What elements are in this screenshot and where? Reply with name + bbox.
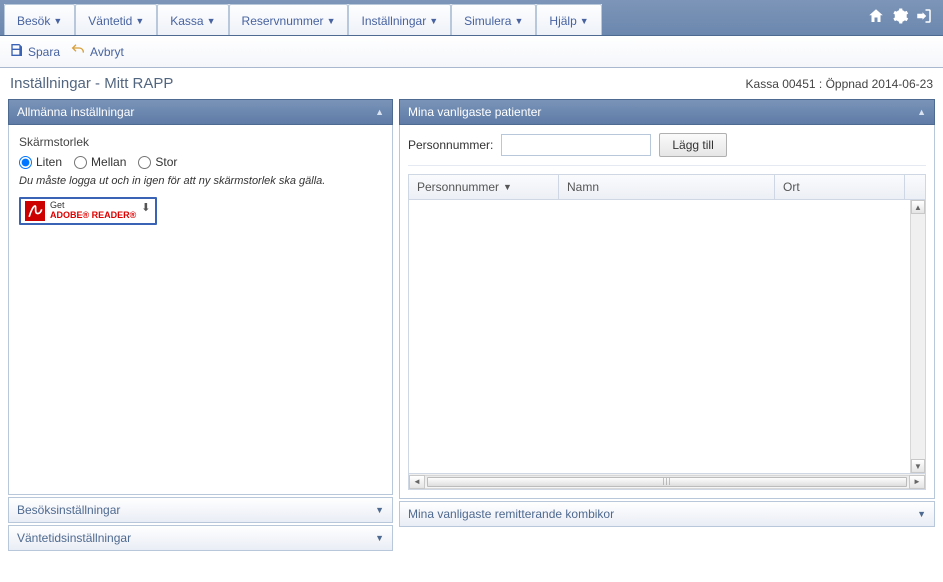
main-menu: Besök▼ Väntetid▼ Kassa▼ Reservnummer▼ In…: [4, 4, 602, 35]
col-ort[interactable]: Ort: [775, 175, 905, 199]
cancel-button[interactable]: Avbryt: [70, 42, 124, 61]
menu-label: Besök: [17, 14, 50, 28]
collapse-up-icon: ▲: [917, 107, 926, 117]
col-personnummer[interactable]: Personnummer ▼: [409, 175, 559, 199]
settings-layout: Allmänna inställningar ▲ Skärmstorlek Li…: [0, 99, 943, 559]
personnummer-label: Personnummer:: [408, 138, 493, 152]
horizontal-scrollbar[interactable]: ◄ ►: [408, 474, 926, 490]
page-title: Inställningar - Mitt RAPP: [10, 75, 173, 92]
cancel-label: Avbryt: [90, 45, 124, 59]
save-label: Spara: [28, 45, 60, 59]
scroll-track[interactable]: [425, 475, 909, 489]
patients-header[interactable]: Mina vanligaste patienter ▲: [399, 99, 935, 125]
logout-icon[interactable]: [915, 7, 933, 28]
page-header: Inställningar - Mitt RAPP Kassa 00451 : …: [0, 68, 943, 99]
col-namn[interactable]: Namn: [559, 175, 775, 199]
home-icon[interactable]: [867, 7, 885, 28]
general-settings-header[interactable]: Allmänna inställningar ▲: [8, 99, 393, 125]
menu-label: Väntetid: [88, 14, 132, 28]
panel-title: Väntetidsinställningar: [17, 531, 131, 545]
chevron-down-icon: ▼: [514, 16, 523, 26]
screensize-label: Skärmstorlek: [19, 135, 382, 149]
chevron-down-icon: ▼: [53, 16, 62, 26]
menu-hjalp[interactable]: Hjälp ▼: [536, 4, 601, 35]
expand-down-icon: ▼: [375, 505, 384, 515]
wait-settings-header[interactable]: Väntetidsinställningar ▼: [8, 525, 393, 551]
adobe-text: Get ADOBE® READER®: [50, 201, 136, 221]
panel-title: Allmänna inställningar: [17, 105, 134, 119]
scroll-thumb[interactable]: [427, 477, 907, 487]
expand-down-icon: ▼: [375, 533, 384, 543]
save-button[interactable]: Spara: [8, 42, 60, 61]
referrers-header[interactable]: Mina vanligaste remitterande kombikor ▼: [399, 501, 935, 527]
sort-desc-icon: ▼: [503, 182, 512, 192]
panel-title: Mina vanligaste patienter: [408, 105, 541, 119]
chevron-down-icon: ▼: [207, 16, 216, 26]
chevron-down-icon: ▼: [327, 16, 336, 26]
menu-simulera[interactable]: Simulera▼: [451, 4, 536, 35]
get-adobe-reader-button[interactable]: Get ADOBE® READER® ⬇: [19, 197, 157, 225]
gear-icon[interactable]: [891, 7, 909, 28]
menu-label: Simulera: [464, 14, 511, 28]
action-toolbar: Spara Avbryt: [0, 36, 943, 68]
radio-medium-input[interactable]: [74, 156, 87, 169]
patients-table-body: ▲ ▼: [408, 200, 926, 474]
menu-kassa[interactable]: Kassa ▼: [157, 4, 228, 35]
general-settings-body: Skärmstorlek Liten Mellan Stor Du måste …: [8, 125, 393, 495]
chevron-down-icon: ▼: [135, 16, 144, 26]
kassa-status: Kassa 00451 : Öppnad 2014-06-23: [746, 77, 933, 91]
top-menu-bar: Besök▼ Väntetid▼ Kassa▼ Reservnummer▼ In…: [0, 0, 943, 36]
screensize-radios: Liten Mellan Stor: [19, 155, 382, 169]
add-patient-row: Personnummer: Lägg till: [408, 133, 926, 166]
menu-label: Kassa: [170, 14, 203, 28]
screensize-hint: Du måste logga ut och in igen för att ny…: [19, 175, 382, 187]
scroll-up-icon[interactable]: ▲: [911, 200, 925, 214]
topbar-actions: [867, 0, 943, 35]
chevron-down-icon: ▼: [429, 16, 438, 26]
chevron-down-icon: ▼: [580, 16, 589, 26]
radio-small-input[interactable]: [19, 156, 32, 169]
expand-down-icon: ▼: [917, 509, 926, 519]
menu-installningar[interactable]: Inställningar▼: [348, 4, 451, 35]
menu-label: Hjälp: [549, 14, 576, 28]
scroll-right-icon[interactable]: ►: [909, 475, 925, 489]
left-column: Allmänna inställningar ▲ Skärmstorlek Li…: [8, 99, 393, 551]
radio-small[interactable]: Liten: [19, 155, 62, 169]
download-icon: ⬇: [141, 201, 150, 214]
radio-large-input[interactable]: [138, 156, 151, 169]
collapse-up-icon: ▲: [375, 107, 384, 117]
radio-large[interactable]: Stor: [138, 155, 177, 169]
adobe-reader-icon: [25, 201, 45, 221]
save-icon: [8, 42, 24, 61]
undo-icon: [70, 42, 86, 61]
personnummer-input[interactable]: [501, 134, 651, 156]
panel-title: Mina vanligaste remitterande kombikor: [408, 507, 614, 521]
menu-reservnummer[interactable]: Reservnummer▼: [229, 4, 349, 35]
menu-label: Reservnummer: [242, 14, 324, 28]
visit-settings-header[interactable]: Besöksinställningar ▼: [8, 497, 393, 523]
scroll-left-icon[interactable]: ◄: [409, 475, 425, 489]
menu-label: Inställningar: [361, 14, 426, 28]
scroll-down-icon[interactable]: ▼: [911, 459, 925, 473]
vertical-scrollbar[interactable]: ▲ ▼: [910, 200, 925, 473]
col-extra: [905, 175, 925, 199]
patients-body: Personnummer: Lägg till Personnummer ▼ N…: [399, 125, 935, 499]
menu-besok[interactable]: Besök▼: [4, 4, 75, 35]
right-column: Mina vanligaste patienter ▲ Personnummer…: [399, 99, 935, 551]
patients-table-header: Personnummer ▼ Namn Ort: [408, 174, 926, 200]
add-button[interactable]: Lägg till: [659, 133, 726, 157]
menu-vantetid[interactable]: Väntetid▼: [75, 4, 157, 35]
radio-medium[interactable]: Mellan: [74, 155, 126, 169]
panel-title: Besöksinställningar: [17, 503, 120, 517]
